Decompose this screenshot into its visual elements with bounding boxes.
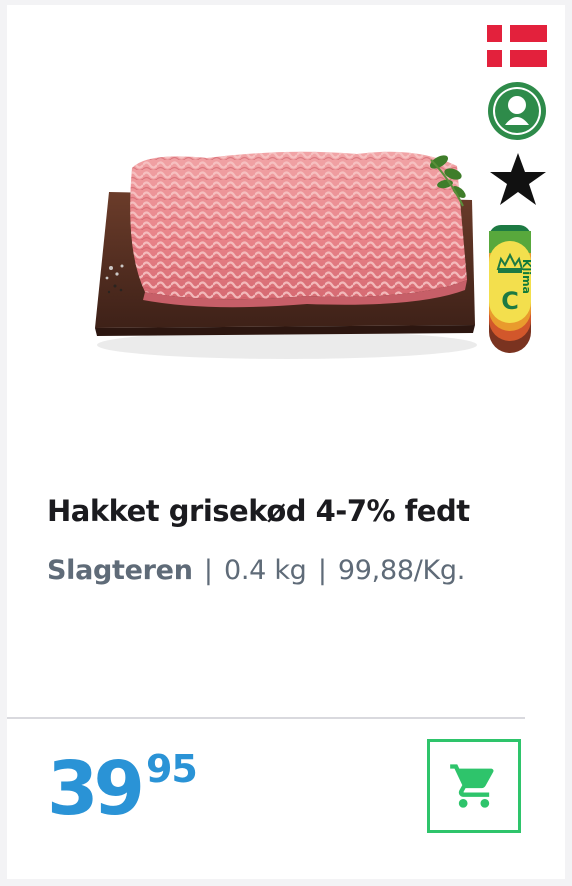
product-weight: 0.4 kg [224, 555, 307, 586]
shopping-cart-icon [450, 764, 494, 808]
danish-flag-icon [487, 25, 547, 67]
price-major: 39 [47, 746, 145, 832]
price-minor: 95 [145, 747, 198, 791]
product-brand: Slagteren [47, 555, 193, 586]
organic-badge-icon [488, 82, 546, 140]
meta-separator: | [203, 555, 213, 586]
product-title[interactable]: Hakket grisekød 4-7% fedt [47, 491, 470, 531]
product-image[interactable] [87, 140, 487, 370]
price: 39 95 [47, 746, 198, 832]
product-badges: C Klima [485, 25, 555, 365]
meta-separator: | [317, 555, 327, 586]
klima-grade: C [501, 287, 519, 315]
star-icon [490, 153, 546, 205]
product-card[interactable]: C Klima Hakket grisekød 4-7% fedt Slagte… [7, 5, 565, 879]
product-meta: Slagteren | 0.4 kg | 99,88/Kg. [47, 551, 465, 591]
klima-label: Klima [520, 259, 533, 294]
add-to-cart-button[interactable] [427, 739, 521, 833]
klima-badge: C Klima [487, 225, 551, 355]
divider [7, 717, 525, 719]
unit-price: 99,88/Kg. [337, 555, 466, 586]
